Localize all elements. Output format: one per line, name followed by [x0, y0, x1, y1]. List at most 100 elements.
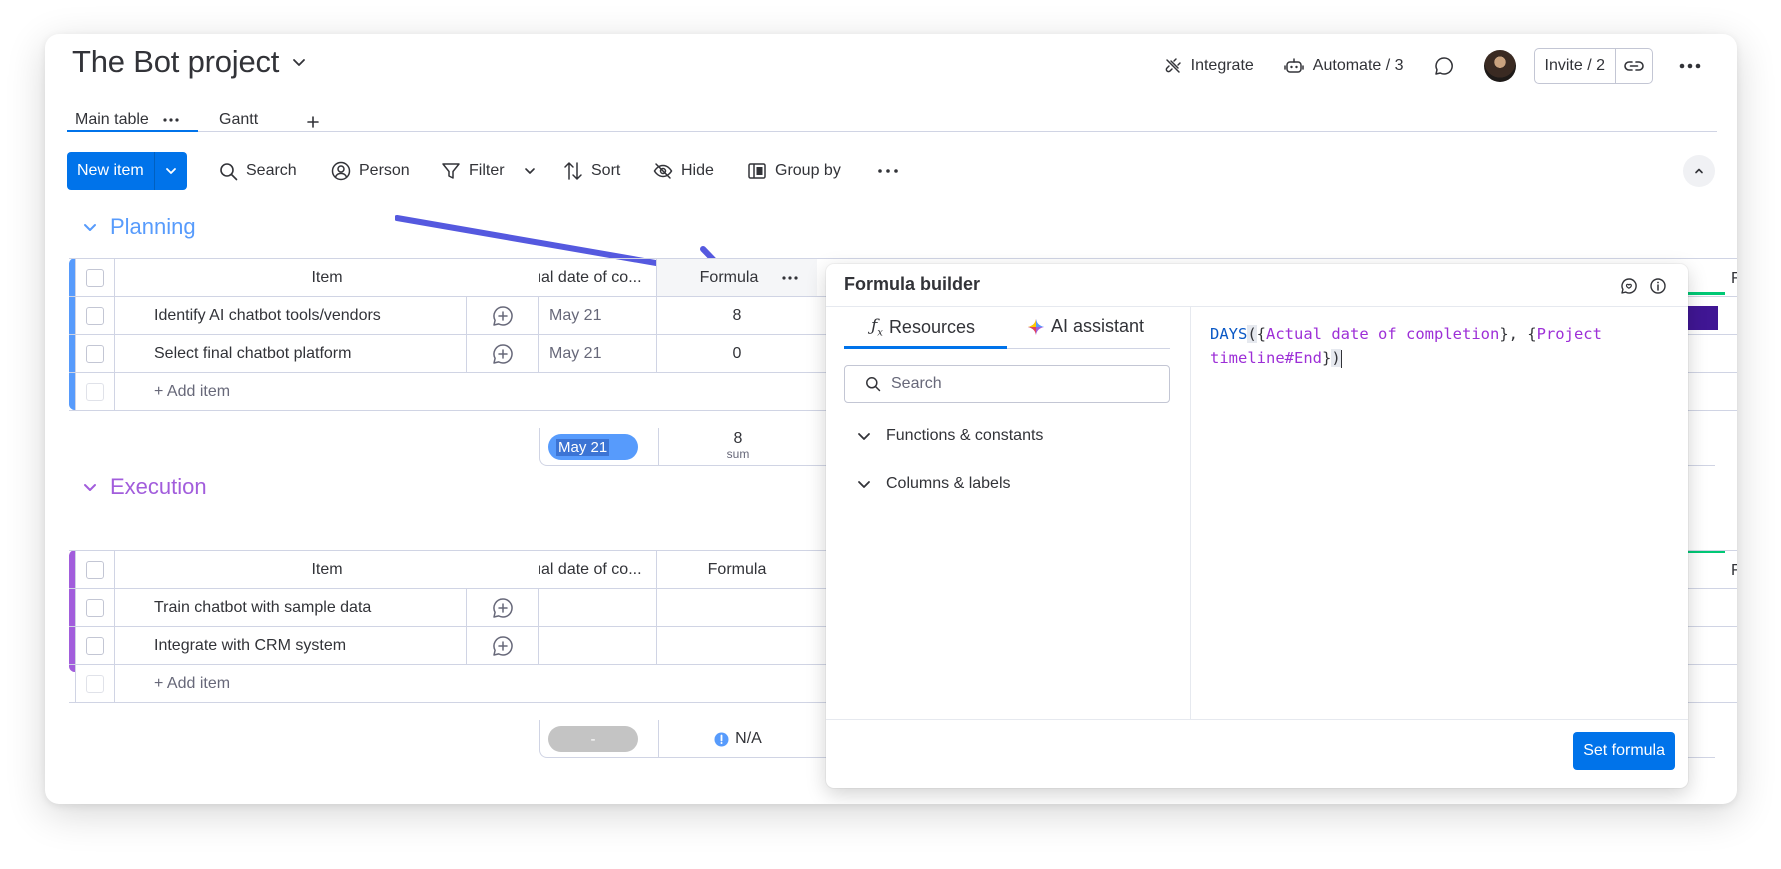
group-by-button[interactable]: Group by: [747, 152, 841, 190]
hide-button[interactable]: Hide: [653, 152, 714, 190]
board-title[interactable]: The Bot project: [72, 44, 307, 80]
column-header-actual-date[interactable]: Actual date of co...: [539, 551, 657, 588]
row-checkbox[interactable]: [86, 306, 104, 325]
summary-date-pill[interactable]: May 21: [548, 434, 638, 460]
set-formula-button[interactable]: Set formula: [1573, 732, 1675, 770]
add-item-cell[interactable]: + Add item: [115, 665, 539, 702]
select-all-checkbox[interactable]: [86, 268, 104, 287]
collapse-header-button[interactable]: [1683, 155, 1715, 187]
group-planning-header[interactable]: Planning: [82, 214, 196, 240]
summary-formula[interactable]: 8 sum: [658, 430, 818, 461]
chevron-down-icon[interactable]: [523, 164, 537, 178]
chevron-down-icon: [856, 428, 872, 444]
column-header-actual-date-label: Actual date of co...: [539, 560, 642, 578]
more-options-icon[interactable]: [1679, 63, 1701, 69]
section-columns-labels[interactable]: Columns & labels: [856, 475, 1011, 493]
row-checkbox[interactable]: [86, 598, 104, 617]
item-name-cell[interactable]: Train chatbot with sample data: [115, 589, 467, 626]
row-checkbox[interactable]: [86, 344, 104, 363]
column-header-actual-date[interactable]: Actual date of co...: [539, 259, 657, 296]
tab-ai-assistant[interactable]: AI assistant: [1027, 316, 1144, 337]
new-item-dropdown[interactable]: [155, 152, 187, 190]
column-header-item-label: Item: [311, 268, 343, 286]
formula-cell[interactable]: 0: [657, 335, 817, 372]
add-view-button[interactable]: [298, 102, 328, 142]
row-checkbox-cell[interactable]: [75, 627, 115, 664]
formula-cell[interactable]: 8: [657, 297, 817, 334]
column-header-item[interactable]: Item: [115, 259, 539, 296]
tab-resources[interactable]: ƒx Resources: [871, 316, 975, 338]
search-icon: [219, 162, 238, 181]
avatar[interactable]: [1483, 50, 1516, 82]
add-update-button[interactable]: [467, 297, 539, 334]
integrate-label: Integrate: [1190, 57, 1254, 74]
tab-active-indicator: [844, 346, 1007, 349]
search-button[interactable]: Search: [219, 152, 297, 190]
formula-builder-dialog: Formula builder ƒx Resources AI assistan…: [826, 264, 1688, 788]
invite-button[interactable]: Invite / 2: [1535, 49, 1616, 83]
row-checkbox-cell[interactable]: [75, 589, 115, 626]
chevron-up-icon: [1693, 165, 1705, 177]
column-header-formula[interactable]: Formula: [657, 259, 817, 296]
add-update-icon: [492, 635, 514, 657]
section-functions-constants[interactable]: Functions & constants: [856, 427, 1043, 445]
row-checkbox[interactable]: [86, 636, 104, 655]
actual-date-cell[interactable]: [539, 589, 657, 626]
group-execution-header[interactable]: Execution: [82, 474, 207, 500]
toolbar-more-icon[interactable]: [878, 152, 898, 190]
actual-date-value: May 21: [549, 344, 602, 362]
summary-formula[interactable]: N/A: [658, 720, 818, 758]
formula-cell[interactable]: [657, 589, 817, 626]
item-name-cell[interactable]: Integrate with CRM system: [115, 627, 467, 664]
sort-button[interactable]: Sort: [563, 152, 620, 190]
sort-label: Sort: [591, 162, 621, 179]
column-header-formula[interactable]: Formula: [657, 551, 817, 588]
formula-cell[interactable]: [657, 627, 817, 664]
updates-button[interactable]: [1434, 56, 1454, 76]
feedback-icon[interactable]: [1620, 277, 1638, 295]
invite-label: Invite / 2: [1544, 57, 1605, 74]
actual-date-cell[interactable]: [539, 627, 657, 664]
row-checkbox-cell[interactable]: [75, 297, 115, 334]
integrate-button[interactable]: Integrate: [1164, 57, 1254, 75]
tab-gantt-label: Gantt: [219, 111, 259, 128]
formula-value: 0: [732, 344, 742, 362]
app-window: The Bot project Integrate Automate / 3 I…: [45, 34, 1737, 804]
chat-bubble-icon: [1434, 56, 1454, 76]
select-all-checkbox-cell[interactable]: [75, 551, 115, 588]
column-header-fragment: F: [1731, 270, 1737, 287]
automate-button[interactable]: Automate / 3: [1284, 57, 1404, 75]
copy-link-button[interactable]: [1616, 49, 1652, 83]
column-options-icon[interactable]: [782, 275, 798, 280]
add-item-cell[interactable]: + Add item: [115, 373, 539, 410]
summary-date-pill[interactable]: -: [548, 726, 638, 752]
summary-formula-value: 8: [733, 430, 743, 447]
person-filter-button[interactable]: Person: [331, 152, 410, 190]
row-checkbox-cell[interactable]: [75, 335, 115, 372]
column-header-item[interactable]: Item: [115, 551, 539, 588]
info-alert-icon: [714, 732, 729, 747]
info-icon[interactable]: [1649, 277, 1667, 295]
filter-button[interactable]: Filter: [441, 152, 537, 190]
formula-editor[interactable]: DAYS({Actual date of completion}, {Proje…: [1210, 322, 1650, 370]
actual-date-cell[interactable]: May 21: [539, 297, 657, 334]
tab-options-icon[interactable]: [163, 118, 179, 122]
row-checkbox-cell: [75, 373, 115, 410]
add-update-button[interactable]: [467, 589, 539, 626]
add-update-button[interactable]: [467, 335, 539, 372]
tab-main-table[interactable]: Main table: [67, 100, 187, 140]
actual-date-cell[interactable]: May 21: [539, 335, 657, 372]
select-all-checkbox-cell[interactable]: [75, 259, 115, 296]
resources-search-input[interactable]: Search: [844, 365, 1170, 403]
chevron-down-icon: [291, 54, 307, 70]
select-all-checkbox[interactable]: [86, 560, 104, 579]
add-update-button[interactable]: [467, 627, 539, 664]
header-actions: Integrate Automate / 3 Invite / 2: [1134, 48, 1701, 84]
tab-gantt[interactable]: Gantt: [211, 100, 266, 140]
new-item-button[interactable]: New item: [67, 152, 155, 190]
formula-column-ref: Actual date of completion: [1266, 325, 1500, 343]
add-update-icon: [492, 597, 514, 619]
item-name-cell[interactable]: Identify AI chatbot tools/vendors: [115, 297, 467, 334]
item-name-cell[interactable]: Select final chatbot platform: [115, 335, 467, 372]
sparkle-icon: [1027, 318, 1045, 336]
